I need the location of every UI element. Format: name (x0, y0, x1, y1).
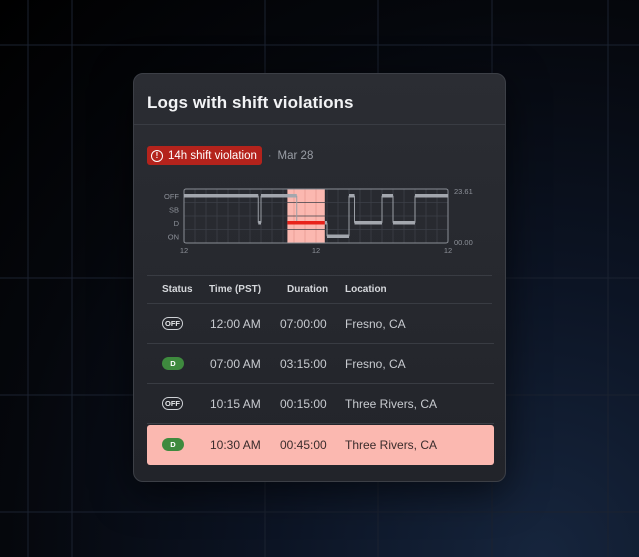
card-title: Logs with shift violations (147, 93, 354, 112)
row-time: 12:00 AM (210, 317, 261, 331)
violation-header: ! 14h shift violation · Mar 28 (147, 146, 313, 165)
header-time: Time (PST) (209, 284, 262, 295)
status-pill-off: OFF (162, 397, 183, 410)
violation-date: Mar 28 (277, 149, 314, 162)
row-location: Fresno, CA (345, 357, 406, 371)
y-tick-label: D (174, 219, 180, 228)
row-time: 10:15 AM (210, 397, 261, 411)
header-status: Status (162, 284, 193, 295)
row-location: Fresno, CA (345, 317, 406, 331)
header-duration: Duration (287, 284, 329, 295)
violation-label: 14h shift violation (168, 149, 257, 162)
row-location: Three Rivers, CA (345, 438, 438, 452)
violations-card: Logs with shift violations ! 14h shift v… (133, 73, 506, 482)
row-time: 07:00 AM (210, 357, 261, 371)
violation-badge[interactable]: ! 14h shift violation (147, 146, 262, 165)
table-row[interactable]: OFF 12:00 AM 07:00:00 Fresno, CA (147, 304, 494, 344)
duty-status-chart: OFF SB D ON 12 12 12 23.61 00.00 (147, 184, 494, 264)
separator-dot: · (267, 149, 272, 162)
right-label-top: 23.61 (454, 187, 473, 196)
right-label-bottom: 00.00 (454, 238, 473, 247)
table-header: Status Time (PST) Duration Location (147, 276, 492, 304)
y-tick-label: OFF (164, 192, 179, 201)
duty-status-chart-svg: OFFSBDON12 12 1223.6100.00 (164, 187, 473, 255)
x-tick-label: 12 (444, 246, 452, 255)
header-location: Location (345, 284, 387, 295)
table-row[interactable]: OFF 10:15 AM 00:15:00 Three Rivers, CA (147, 384, 494, 424)
row-duration: 07:00:00 (280, 317, 327, 331)
row-duration: 03:15:00 (280, 357, 327, 371)
row-duration: 00:45:00 (280, 438, 327, 452)
y-tick-label: SB (169, 205, 179, 214)
table-row[interactable]: D 07:00 AM 03:15:00 Fresno, CA (147, 344, 494, 384)
x-tick-label: 12 (180, 246, 188, 255)
row-time: 10:30 AM (210, 438, 261, 452)
table-row-violation[interactable]: D 10:30 AM 00:45:00 Three Rivers, CA (147, 425, 494, 465)
y-tick-label: ON (168, 232, 179, 241)
row-location: Three Rivers, CA (345, 397, 438, 411)
status-pill-driving: D (162, 438, 184, 451)
row-duration: 00:15:00 (280, 397, 327, 411)
x-tick-label: 12 (312, 246, 320, 255)
status-pill-off: OFF (162, 317, 183, 330)
divider (134, 124, 505, 125)
alert-circle-icon: ! (151, 149, 163, 162)
status-pill-driving: D (162, 357, 184, 370)
